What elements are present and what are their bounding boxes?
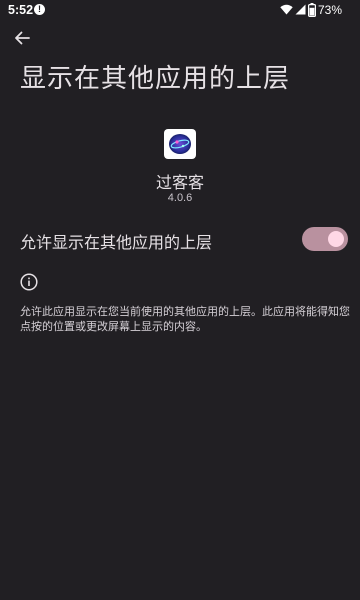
page-title: 显示在其他应用的上层 — [20, 64, 291, 94]
app-name: 过客客 — [155, 173, 204, 192]
overlay-permission-toggle[interactable] — [302, 227, 348, 251]
overlay-permission-row[interactable]: 允许显示在其他应用的上层 — [0, 222, 360, 256]
toggle-thumb — [328, 231, 344, 247]
battery-percent: 73% — [318, 3, 343, 17]
back-button[interactable] — [8, 26, 36, 54]
permission-description: 允许此应用显示在您当前使用的其他应用的上层。此应用将能得知您点按的位置或更改屏幕… — [20, 305, 350, 333]
overlay-permission-label: 允许显示在其他应用的上层 — [20, 233, 213, 252]
info-icon — [20, 273, 38, 295]
status-bar: 5:52 ! 73% — [0, 0, 360, 22]
alert-icon: ! — [34, 4, 45, 15]
arrow-back-icon — [14, 30, 30, 50]
status-time: 5:52 — [8, 3, 34, 17]
signal-icon — [295, 4, 306, 18]
app-version: 4.0.6 — [167, 192, 193, 204]
battery-icon — [308, 3, 317, 20]
wifi-icon — [280, 4, 293, 18]
app-icon — [164, 129, 196, 159]
